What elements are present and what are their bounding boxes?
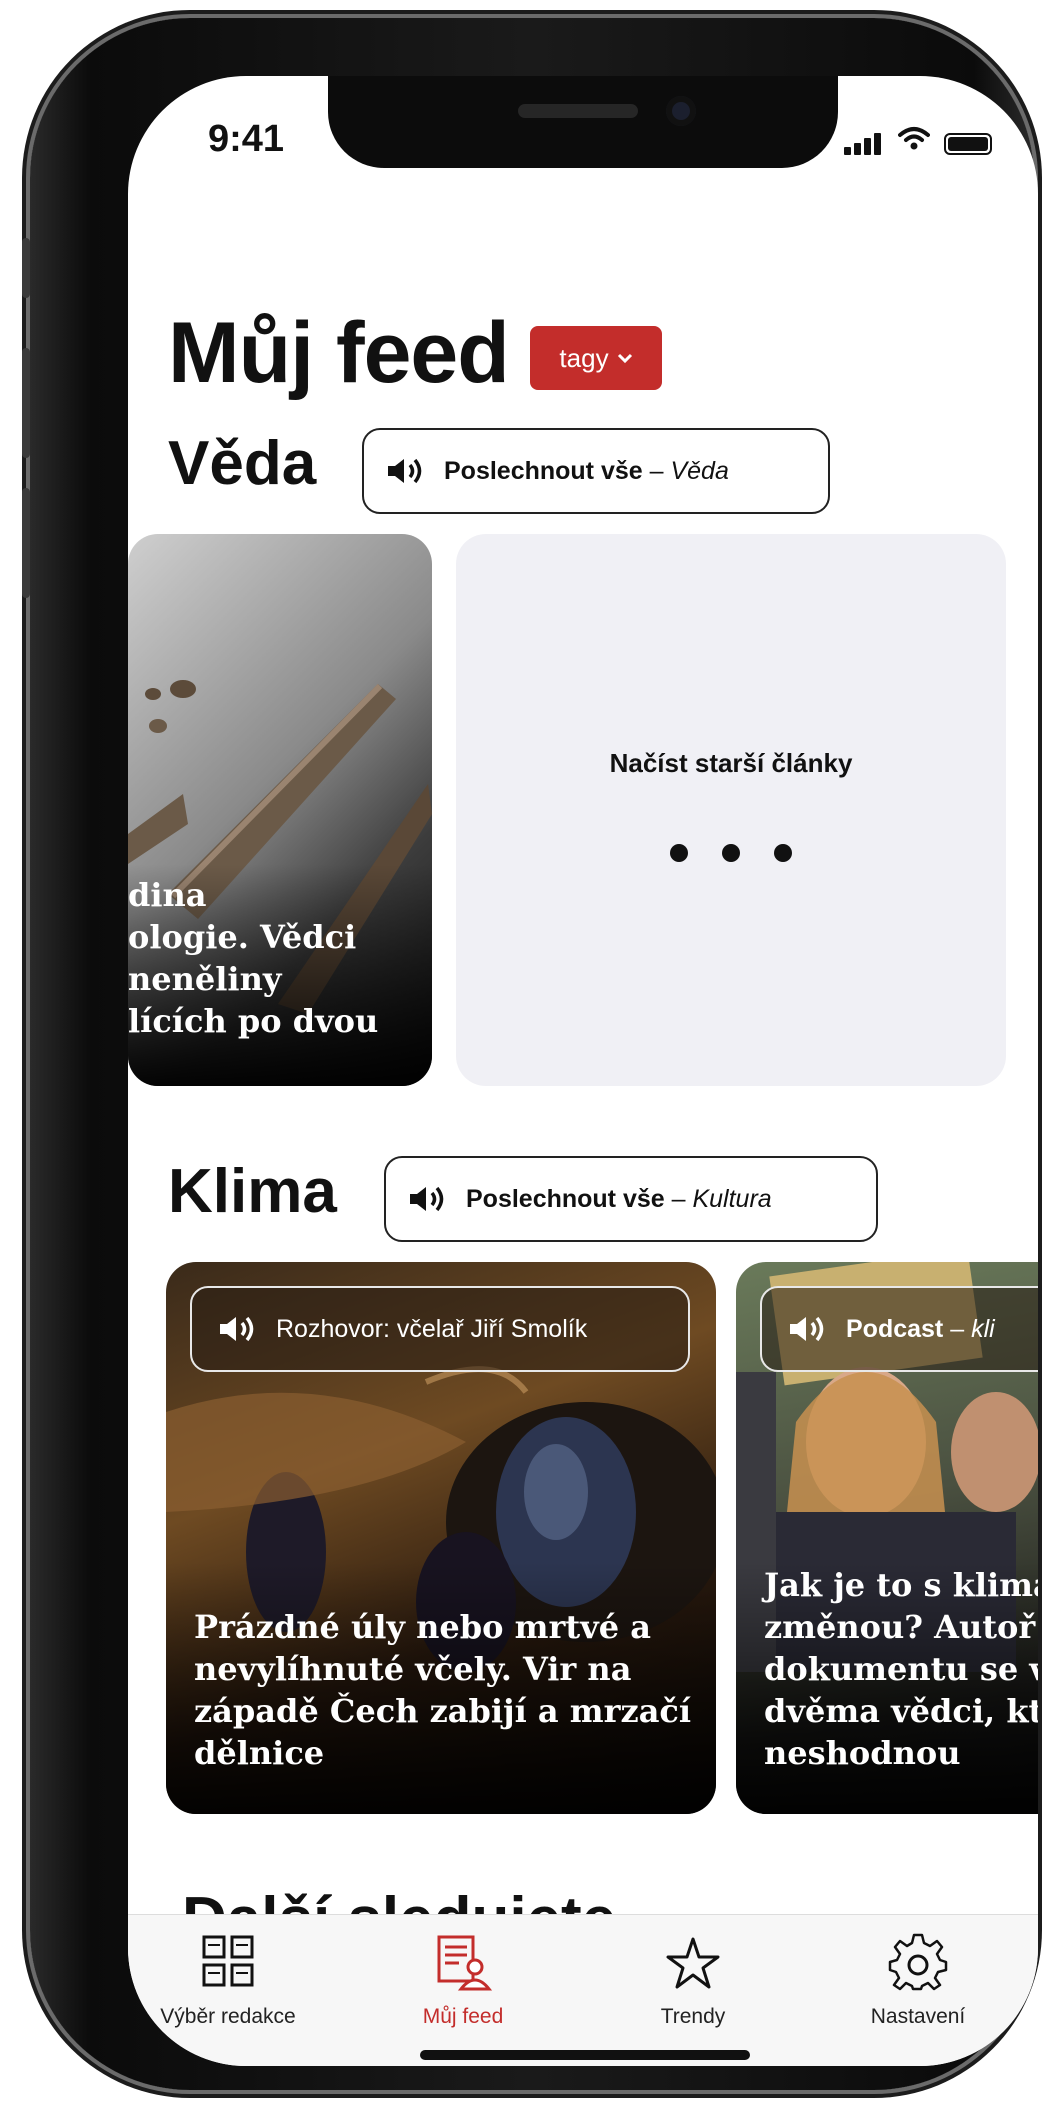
listen-text: Poslechnout vše – Věda <box>444 456 729 485</box>
load-older-articles-card[interactable]: Načíst starší články <box>456 534 1006 1086</box>
card-audio-button[interactable]: Podcast – kli <box>760 1286 1038 1372</box>
tab-label: Trendy <box>660 2005 726 2028</box>
article-card-veda[interactable]: dina ologie. Vědci neněliny lících po dv… <box>128 534 432 1086</box>
card-audio-label: Rozhovor: včelař Jiří Smolík <box>276 1314 588 1343</box>
listen-text: Poslechnout vše – Kultura <box>466 1184 772 1213</box>
tags-dropdown-button[interactable]: tagy <box>530 326 662 390</box>
tab-vyber-redakce[interactable]: Výběr redakce <box>138 1915 318 2035</box>
speaker <box>518 104 638 118</box>
star-icon <box>666 1937 720 1989</box>
phone-frame: 9:41 Můj feed tagy Věda Poslechnout vše … <box>22 18 1038 2090</box>
section-title-klima: Klima <box>168 1157 337 1226</box>
grid-icon <box>202 1935 254 1987</box>
speaker-icon <box>220 1316 254 1342</box>
load-older-label: Načíst starší články <box>609 748 853 778</box>
home-indicator <box>420 2050 750 2060</box>
feed-user-icon <box>437 1935 493 1991</box>
notch <box>328 76 838 168</box>
battery-icon <box>944 133 992 155</box>
article-title: Prázdné úly nebo mrtvé a nevylíhnuté vče… <box>194 1608 692 1772</box>
speaker-icon <box>388 458 422 484</box>
tab-label: Nastavení <box>870 2005 966 2028</box>
screen: 9:41 Můj feed tagy Věda Poslechnout vše … <box>128 76 1038 2066</box>
bottom-tab-bar: Výběr redakce Můj feed Trendy Nastavení <box>128 1914 1038 2066</box>
status-icons <box>844 126 992 155</box>
wifi-icon <box>898 126 930 155</box>
listen-all-button-veda[interactable]: Poslechnout vše – Věda <box>362 428 830 514</box>
card-audio-label: Podcast – kli <box>846 1314 995 1343</box>
card-audio-button[interactable]: Rozhovor: včelař Jiří Smolík <box>190 1286 690 1372</box>
chevron-down-icon <box>617 353 632 364</box>
article-card-climate[interactable]: Podcast – kli Jak je to s klima změnou? … <box>736 1262 1038 1814</box>
signal-icon <box>844 133 884 155</box>
volume-up-button <box>22 348 30 458</box>
tab-label: Výběr redakce <box>160 2005 296 2028</box>
speaker-icon <box>790 1316 824 1342</box>
tab-muj-feed[interactable]: Můj feed <box>373 1915 553 2035</box>
volume-down-button <box>22 488 30 598</box>
speaker-icon <box>410 1186 444 1212</box>
tab-label: Můj feed <box>422 2005 504 2028</box>
camera <box>666 96 696 126</box>
article-title: Jak je to s klima změnou? Autoř dokument… <box>764 1566 1038 1772</box>
ellipsis-icon <box>456 844 1006 862</box>
status-time: 9:41 <box>208 118 285 160</box>
tags-label: tagy <box>559 342 609 373</box>
article-title: dina ologie. Vědci neněliny lících po dv… <box>128 876 379 1040</box>
mute-switch <box>22 238 30 298</box>
listen-all-button-klima[interactable]: Poslechnout vše – Kultura <box>384 1156 878 1242</box>
section-title-veda: Věda <box>168 429 317 498</box>
article-card-bees[interactable]: Rozhovor: včelař Jiří Smolík Prázdné úly… <box>166 1262 716 1814</box>
tab-trendy[interactable]: Trendy <box>603 1915 783 2035</box>
tab-nastaveni[interactable]: Nastavení <box>828 1915 1008 2035</box>
page-title: Můj feed <box>168 305 510 401</box>
gear-icon <box>888 1933 948 1991</box>
